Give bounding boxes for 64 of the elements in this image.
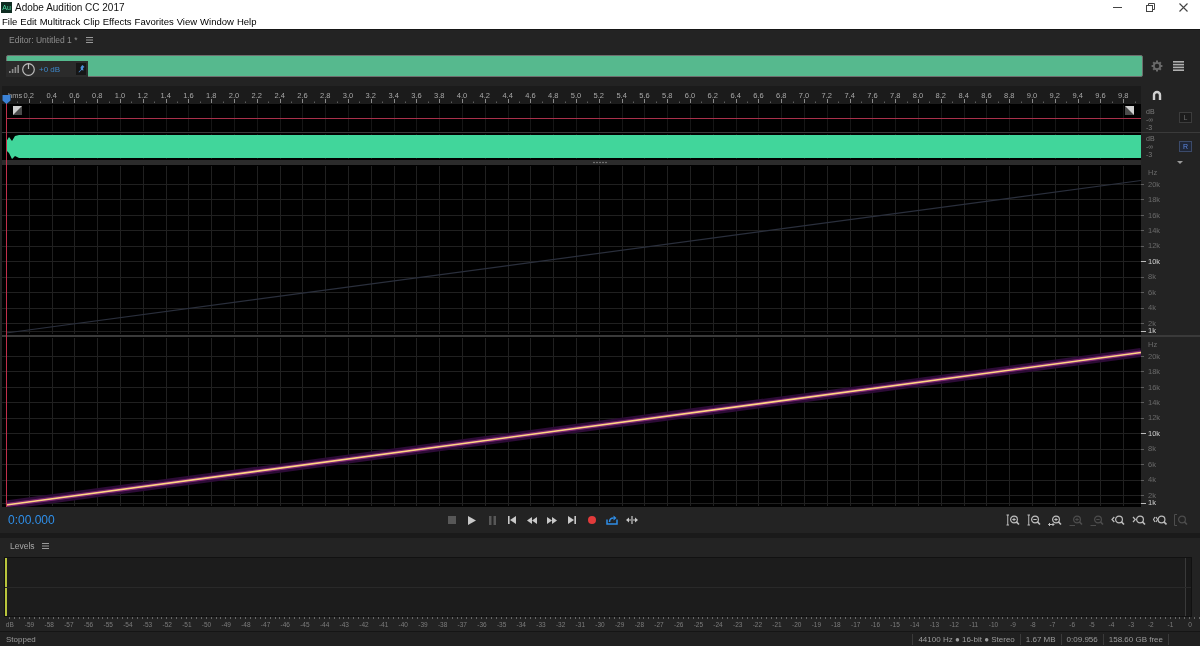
- pin-icon[interactable]: [76, 63, 86, 75]
- magnifier-plus-icon: [1005, 514, 1020, 526]
- status-text: Stopped: [5, 634, 36, 644]
- status-item: 0:09.956: [1060, 633, 1103, 645]
- restore-icon: [1146, 3, 1155, 12]
- list-icon[interactable]: [1173, 61, 1184, 71]
- zoom-button[interactable]: [1152, 512, 1167, 528]
- play-icon: [468, 515, 476, 525]
- magnifier-bracket-icon: [1173, 514, 1188, 526]
- go-to-start-button[interactable]: [505, 513, 519, 527]
- tray-arrow-icon: [606, 515, 618, 525]
- magnifier-chevron-icon: [1110, 514, 1125, 526]
- menu-item[interactable]: File: [2, 16, 18, 28]
- caret-icon[interactable]: [1177, 161, 1183, 164]
- menu-item[interactable]: View: [176, 16, 198, 28]
- magnifier-plus-icon: [1068, 514, 1083, 526]
- menu-item[interactable]: Clip: [83, 16, 100, 28]
- menu-item[interactable]: Window: [200, 16, 234, 28]
- zoom-button[interactable]: [1026, 512, 1041, 528]
- volume-value: +0 dB: [39, 64, 61, 74]
- time-ruler[interactable]: [2, 86, 1141, 104]
- overview-waveform[interactable]: +0 dB: [6, 55, 1143, 77]
- gear-icon[interactable]: [1151, 60, 1163, 72]
- menu-item[interactable]: Edit: [20, 16, 37, 28]
- rewind-icon: [527, 516, 537, 524]
- split-arrows-icon: [626, 516, 638, 524]
- menu-item[interactable]: Favorites: [134, 16, 174, 28]
- record-button[interactable]: [585, 513, 599, 527]
- window-title: Adobe Audition CC 2017: [15, 2, 125, 13]
- zoom-button[interactable]: [1005, 512, 1020, 528]
- fade-handle[interactable]: [13, 106, 22, 115]
- knob-icon[interactable]: [22, 62, 35, 76]
- play-button[interactable]: [465, 513, 479, 527]
- menu-item[interactable]: Multitrack: [39, 16, 81, 28]
- close-icon: [1179, 3, 1188, 12]
- pause-icon: [488, 515, 496, 525]
- magnifier-chevrons-icon: [1152, 514, 1167, 526]
- record-icon: [588, 516, 596, 524]
- magnifier-minus-icon: [1089, 514, 1104, 526]
- magnifier-arrow-icon: [1047, 514, 1062, 526]
- status-item: 44100 Hz ● 16-bit ● Stereo: [912, 633, 1020, 645]
- skip-selection-button[interactable]: [625, 513, 639, 527]
- levels-tab[interactable]: Levels: [10, 540, 35, 551]
- skip-forward-icon: [568, 516, 576, 524]
- fade-handle[interactable]: [1125, 106, 1134, 115]
- magnifier-minus-icon: [1026, 514, 1041, 526]
- editor-tab[interactable]: Editor: Untitled 1 *: [9, 35, 78, 45]
- go-to-end-button[interactable]: [565, 513, 579, 527]
- grip-icon[interactable]: [593, 161, 607, 164]
- current-time: 0:00.000: [7, 513, 56, 527]
- magnet-icon[interactable]: [1152, 90, 1162, 100]
- menu-item[interactable]: Effects: [102, 16, 132, 28]
- menu-icon[interactable]: [85, 37, 93, 43]
- minimize-icon: [1113, 7, 1122, 8]
- loop-button[interactable]: [605, 513, 619, 527]
- menu-item[interactable]: Help: [236, 16, 257, 28]
- status-item: 158.60 GB free: [1102, 633, 1169, 645]
- stop-icon: [448, 516, 456, 524]
- status-item: 1.67 MB: [1019, 633, 1061, 645]
- menu-icon[interactable]: [41, 542, 49, 549]
- signal-bars-icon: [9, 65, 19, 73]
- skip-back-icon: [508, 516, 516, 524]
- magnifier-chevron-icon: [1131, 514, 1146, 526]
- fast-forward-icon: [547, 516, 557, 524]
